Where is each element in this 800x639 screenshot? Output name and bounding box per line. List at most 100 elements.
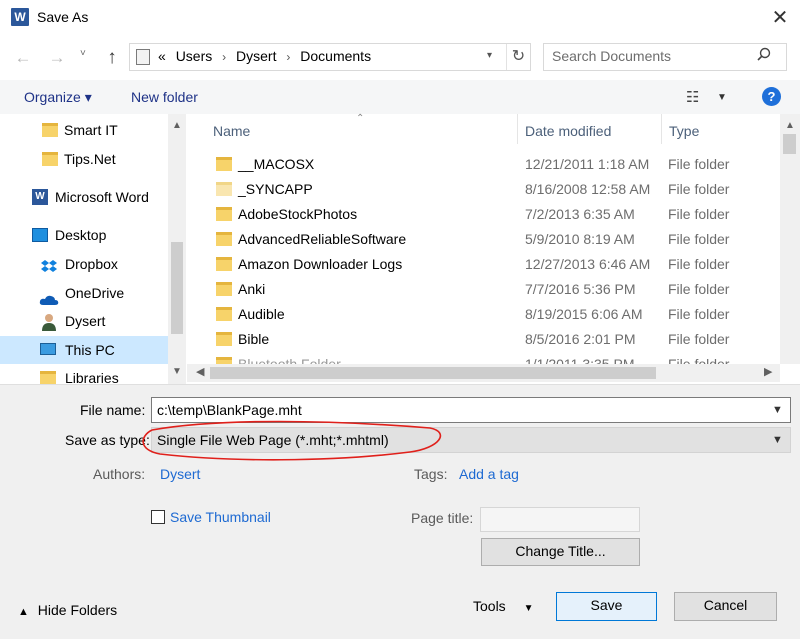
file-row[interactable]: Bluetooth Folder 1/1/2011 3:35 PM File f…	[190, 353, 780, 364]
file-type: File folder	[668, 231, 730, 247]
sidebar-item-label: Dropbox	[65, 256, 118, 272]
title-bar	[0, 0, 800, 38]
file-type: File folder	[668, 156, 730, 172]
authors-value-link[interactable]: Dysert	[160, 466, 200, 482]
file-name: AdvancedReliableSoftware	[238, 231, 407, 247]
tools-label: Tools	[473, 598, 506, 614]
folder-icon	[216, 307, 232, 321]
tags-label: Tags:	[414, 466, 448, 482]
file-row[interactable]: Amazon Downloader Logs 12/27/2013 6:46 A…	[190, 253, 780, 278]
file-row[interactable]: AdvancedReliableSoftware 5/9/2010 8:19 A…	[190, 228, 780, 253]
save-thumbnail-checkbox[interactable]	[151, 510, 165, 524]
sidebar-item-dysert[interactable]: Dysert	[0, 307, 168, 335]
search-icon[interactable]	[757, 47, 771, 66]
user-icon	[41, 312, 57, 331]
authors-label: Authors:	[93, 466, 146, 482]
sidebar-item-label: This PC	[65, 342, 115, 358]
onedrive-icon	[39, 287, 59, 305]
scroll-right-arrow-icon[interactable]: ▶	[764, 365, 772, 378]
sidebar-item-label: Microsoft Word	[55, 189, 149, 205]
file-list-scrollbar-thumb[interactable]	[783, 134, 796, 154]
file-type: File folder	[668, 281, 730, 297]
breadcrumb-item[interactable]: Documents	[300, 48, 371, 64]
chevron-up-icon: ▲	[18, 606, 29, 618]
nav-scrollbar-thumb[interactable]	[171, 242, 183, 334]
add-tag-link[interactable]: Add a tag	[459, 466, 519, 482]
sidebar-item-tips-net[interactable]: Tips.Net	[0, 145, 168, 173]
sidebar-item-desktop[interactable]: Desktop	[0, 221, 168, 249]
folder-icon	[216, 182, 232, 196]
folder-icon	[42, 152, 58, 166]
file-name: Bluetooth Folder	[238, 356, 341, 364]
sidebar-item-label: Dysert	[65, 313, 106, 329]
folder-icon	[216, 207, 232, 221]
dropbox-icon	[40, 256, 57, 272]
help-icon[interactable]: ?	[762, 87, 781, 106]
sidebar-item-this-pc[interactable]: This PC	[0, 336, 168, 364]
file-row[interactable]: Anki 7/7/2016 5:36 PM File folder	[190, 278, 780, 303]
scroll-up-arrow-icon[interactable]: ▲	[172, 120, 182, 131]
file-row[interactable]: Bible 8/5/2016 2:01 PM File folder	[190, 328, 780, 353]
sidebar-item-label: OneDrive	[65, 285, 125, 301]
file-type: File folder	[668, 181, 730, 197]
file-row[interactable]: Audible 8/19/2015 6:06 AM File folder	[190, 303, 780, 328]
folder-icon	[216, 232, 232, 246]
file-date: 12/27/2013 6:46 AM	[525, 256, 651, 272]
save-button[interactable]: Save	[556, 592, 657, 621]
close-icon[interactable]: ✕	[764, 4, 796, 32]
change-title-button[interactable]: Change Title...	[481, 538, 640, 566]
page-title-field[interactable]	[480, 507, 640, 532]
folder-icon	[216, 357, 232, 364]
breadcrumb-overflow[interactable]: «	[158, 48, 166, 64]
folder-icon	[216, 257, 232, 271]
back-arrow-icon[interactable]: ←	[12, 47, 34, 69]
tools-button[interactable]: Tools ▼	[473, 598, 533, 614]
scroll-down-arrow-icon[interactable]: ▼	[172, 366, 182, 377]
file-date: 7/7/2016 5:36 PM	[525, 281, 636, 297]
sidebar-item-microsoft-word[interactable]: W Microsoft Word	[0, 183, 168, 211]
word-icon: W	[32, 189, 48, 205]
file-row[interactable]: AdobeStockPhotos 7/2/2013 6:35 AM File f…	[190, 203, 780, 228]
scroll-left-arrow-icon[interactable]: ◀	[196, 365, 204, 378]
new-folder-button[interactable]: New folder	[131, 89, 198, 105]
breadcrumb-item[interactable]: Users	[176, 48, 213, 64]
save-thumbnail-label[interactable]: Save Thumbnail	[170, 509, 271, 525]
breadcrumb[interactable]: « Users › Dysert › Documents	[158, 48, 377, 64]
file-type: File folder	[668, 206, 730, 222]
file-row[interactable]: __MACOSX 12/21/2011 1:18 AM File folder	[190, 153, 780, 178]
hide-folders-label: Hide Folders	[37, 602, 118, 618]
scroll-up-arrow-icon[interactable]: ▲	[785, 120, 795, 131]
hide-folders-button[interactable]: ▲ Hide Folders	[18, 602, 117, 618]
file-name: __MACOSX	[238, 156, 315, 172]
breadcrumb-item[interactable]: Dysert	[236, 48, 276, 64]
file-type: File folder	[668, 306, 730, 322]
chevron-down-icon[interactable]: ▼	[772, 434, 783, 446]
recent-locations-chevron-icon[interactable]: ˅	[80, 48, 86, 59]
sidebar-item-libraries[interactable]: Libraries	[0, 364, 168, 384]
address-dropdown-icon[interactable]: ▾	[487, 50, 492, 61]
file-name-field[interactable]: c:\temp\BlankPage.mht	[151, 397, 791, 423]
horizontal-scrollbar-thumb[interactable]	[210, 367, 656, 379]
file-type: File folder	[668, 356, 730, 364]
dropdown-arrow-icon: ▼	[523, 603, 534, 614]
navigation-pane: Smart IT Tips.Net W Microsoft Word Deskt…	[0, 114, 186, 384]
refresh-icon[interactable]: ↻	[506, 44, 530, 70]
organize-button[interactable]: Organize ▾	[24, 89, 92, 106]
file-name: Amazon Downloader Logs	[238, 256, 403, 272]
view-options-icon[interactable]: ☷	[686, 88, 699, 106]
chevron-down-icon[interactable]: ▼	[772, 404, 783, 416]
sidebar-item-onedrive[interactable]: OneDrive	[0, 279, 168, 307]
view-dropdown-icon[interactable]: ▼	[717, 92, 727, 103]
forward-arrow-icon[interactable]: →	[46, 47, 68, 69]
breadcrumb-separator-icon[interactable]: ›	[222, 50, 226, 64]
up-arrow-icon[interactable]: ↑	[101, 47, 123, 69]
cancel-button[interactable]: Cancel	[674, 592, 777, 621]
sidebar-item-smart-it[interactable]: Smart IT	[0, 116, 168, 144]
breadcrumb-separator-icon[interactable]: ›	[286, 50, 290, 64]
file-name: Audible	[238, 306, 285, 322]
sidebar-item-label: Desktop	[55, 227, 107, 243]
file-row[interactable]: _SYNCAPP 8/16/2008 12:58 AM File folder	[190, 178, 780, 203]
folder-icon	[216, 157, 232, 171]
sidebar-item-dropbox[interactable]: Dropbox	[0, 250, 168, 278]
save-as-type-select[interactable]: Single File Web Page (*.mht;*.mhtml)	[151, 427, 791, 453]
